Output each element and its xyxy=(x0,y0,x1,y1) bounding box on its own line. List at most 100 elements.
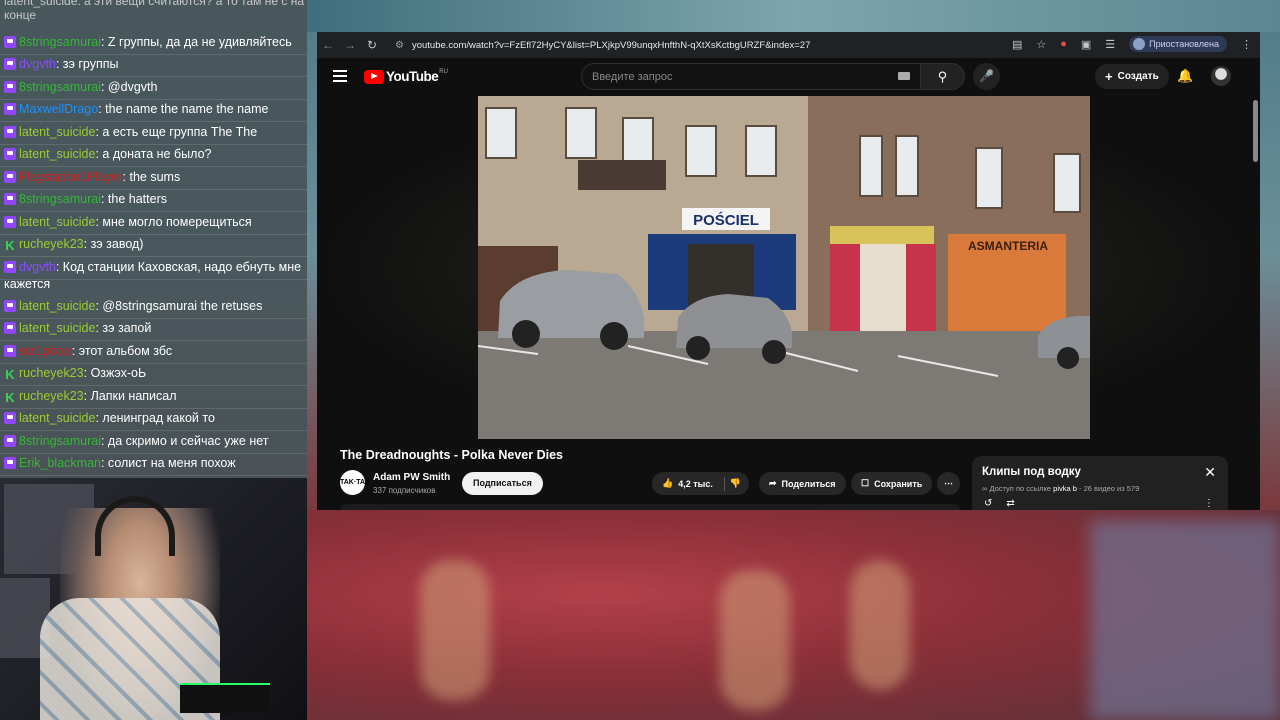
chat-username[interactable]: dvgvth xyxy=(19,57,56,71)
chat-divider xyxy=(0,385,307,386)
chat-username[interactable]: latent_suicide xyxy=(19,321,95,335)
chat-divider xyxy=(0,453,307,454)
video-frame[interactable]: POŚCIEL ASMANTERIA xyxy=(478,96,1090,439)
like-button[interactable]: 👍 4,2 тыс. 👎 xyxy=(652,472,750,495)
twitch-badge-icon xyxy=(4,261,16,273)
thumbs-up-icon: 👍 xyxy=(662,478,674,488)
browser-menu-icon[interactable]: ⋮ xyxy=(1241,38,1252,51)
chat-divider xyxy=(0,318,307,319)
chat-username[interactable]: 8stringsamurai xyxy=(19,434,101,448)
account-avatar[interactable] xyxy=(1211,66,1231,86)
background-figure xyxy=(850,560,910,690)
chat-username[interactable]: Playstation1Player xyxy=(19,170,123,184)
chat-text: : @dvgvth xyxy=(100,80,158,94)
subscribe-button[interactable]: Подписаться xyxy=(462,472,543,495)
chat-username[interactable]: rucheyek23 xyxy=(19,389,84,403)
chat-username[interactable]: rucheyek23 xyxy=(19,366,84,380)
back-icon[interactable]: ← xyxy=(317,38,339,52)
chat-username[interactable]: latent_suicide xyxy=(19,125,95,139)
more-icon: ⋯ xyxy=(944,478,953,488)
chat-message: dvgvth: Код станции Каховская, надо ебну… xyxy=(0,259,307,292)
chat-cut-line-end: конце xyxy=(4,8,37,22)
reload-icon[interactable]: ↻ xyxy=(361,38,383,52)
background-figure xyxy=(720,570,790,710)
video-player[interactable]: POŚCIEL ASMANTERIA xyxy=(317,96,1252,440)
chat-username[interactable]: scr1ptxxx xyxy=(19,344,72,358)
chat-username[interactable]: 8stringsamurai xyxy=(19,80,101,94)
background-figure xyxy=(1090,520,1280,720)
close-icon[interactable]: ✕ xyxy=(1204,464,1216,481)
chat-text: : ленинград какой то xyxy=(95,411,215,425)
chat-username[interactable]: latent_suicide xyxy=(19,299,95,313)
channel-name[interactable]: Adam PW Smith xyxy=(373,472,450,483)
shuffle-icon[interactable]: ⇄ xyxy=(1006,498,1014,509)
loop-icon[interactable]: ↺ xyxy=(984,498,992,509)
chat-divider xyxy=(0,211,307,212)
chat-divider xyxy=(0,256,307,257)
address-bar-row: ← → ↻ ⚙ youtube.com/watch?v=FzEfl72HyCY&… xyxy=(317,32,1260,58)
bookmark-star-icon[interactable]: ☆ xyxy=(1036,38,1046,51)
playlist-owner[interactable]: pivka b xyxy=(1053,484,1077,493)
like-count: 4,2 тыс. xyxy=(678,478,713,489)
playlist-panel: Клипы под водку ∞ Доступ по ссылке pivka… xyxy=(972,456,1228,510)
twitch-badge-icon xyxy=(4,171,16,183)
keyboard-icon[interactable] xyxy=(898,72,910,80)
search-input[interactable] xyxy=(582,64,872,89)
playlist-title[interactable]: Клипы под водку xyxy=(982,466,1081,478)
chat-text: : the hatters xyxy=(100,192,167,206)
reading-list-icon[interactable]: ☰ xyxy=(1105,38,1115,51)
youtube-logo[interactable]: YouTube RU xyxy=(364,69,448,84)
chat-divider xyxy=(0,76,307,77)
url-field[interactable]: ⚙ youtube.com/watch?v=FzEfl72HyCY&list=P… xyxy=(395,35,1007,55)
bookmark-icon: ☐ xyxy=(861,478,870,488)
kick-badge-icon: K xyxy=(5,367,15,382)
search-box xyxy=(581,63,921,90)
search-button[interactable]: ⚲ xyxy=(921,63,965,90)
chat-username[interactable]: 8stringsamurai xyxy=(19,192,101,206)
save-button[interactable]: ☐ Сохранить xyxy=(851,472,933,495)
chat-message: Playstation1Player: the sums xyxy=(0,169,307,186)
kick-badge-icon: K xyxy=(5,390,15,405)
notifications-bell-icon[interactable]: 🔔 xyxy=(1177,68,1193,84)
chat-text: : мне могло померещиться xyxy=(95,215,252,229)
share-button[interactable]: ➦ Поделиться xyxy=(759,472,846,495)
extension-icon[interactable]: ● xyxy=(1060,38,1067,50)
profile-paused-label: Приостановлена xyxy=(1149,39,1219,49)
youtube-logo-text: YouTube xyxy=(386,69,439,84)
create-button[interactable]: + Создать xyxy=(1095,64,1169,89)
chat-message: Erik_blackman: солист на меня похож xyxy=(0,455,307,472)
chat-username[interactable]: Erik_blackman xyxy=(19,456,101,470)
chat-divider xyxy=(0,99,307,100)
thumbs-down-icon[interactable]: 👎 xyxy=(730,478,741,489)
chat-message: 8stringsamurai: @dvgvth xyxy=(0,79,307,96)
site-info-icon[interactable]: ⚙ xyxy=(395,40,404,51)
twitch-badge-icon xyxy=(4,345,16,357)
channel-avatar[interactable]: TAK·TAK xyxy=(340,470,370,495)
forward-icon[interactable]: → xyxy=(339,38,361,52)
playlist-controls: ↺ ⇄ xyxy=(984,498,1015,509)
install-icon[interactable]: ▤ xyxy=(1012,38,1022,51)
chat-username[interactable]: 8stringsamurai xyxy=(19,35,101,49)
more-actions-button[interactable]: ⋯ xyxy=(937,472,960,495)
chat-message: latent_suicide: ленинград какой то xyxy=(0,410,307,427)
chat-divider xyxy=(0,189,307,190)
menu-icon[interactable] xyxy=(333,70,347,82)
chat-username[interactable]: rucheyek23 xyxy=(19,237,84,251)
extensions-puzzle-icon[interactable]: ▣ xyxy=(1081,38,1091,51)
chat-cut-line: latent_suicide: а эти вещи считаются? а … xyxy=(4,0,304,8)
twitch-badge-icon xyxy=(4,103,16,115)
voice-search-button[interactable]: 🎤 xyxy=(973,63,1000,90)
chat-username[interactable]: latent_suicide xyxy=(19,411,95,425)
chat-username[interactable]: latent_suicide xyxy=(19,147,95,161)
playlist-more-icon[interactable]: ⋮ xyxy=(1204,498,1214,509)
chat-divider xyxy=(0,144,307,145)
chat-divider xyxy=(0,279,307,280)
share-label: Поделиться xyxy=(781,478,836,489)
chat-username[interactable]: dvgvth xyxy=(19,260,56,274)
chat-username[interactable]: latent_suicide xyxy=(19,215,95,229)
channel-subscribers: 337 подписчиков xyxy=(373,486,436,495)
chat-username[interactable]: MaxwellDrago xyxy=(19,102,98,116)
page-scrollbar[interactable] xyxy=(1253,100,1258,162)
chat-text: : Озжэх-оЬ xyxy=(83,366,147,380)
profile-paused-button[interactable]: Приостановлена xyxy=(1129,36,1227,52)
